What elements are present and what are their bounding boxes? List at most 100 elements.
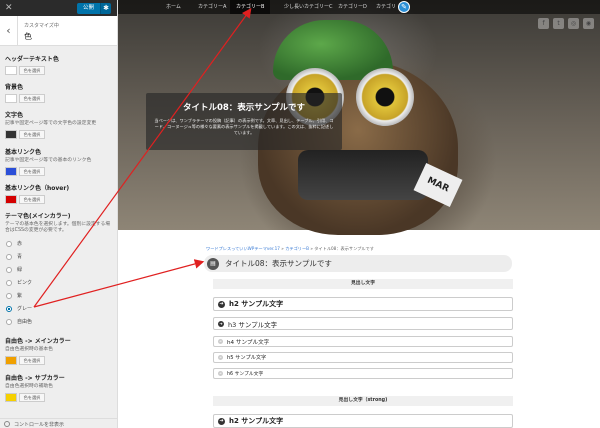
breadcrumb-category-link[interactable]: カテゴリーB: [285, 246, 309, 251]
radio-green[interactable]: 緑: [6, 266, 22, 273]
breadcrumb-home-link[interactable]: ワードプレスっていいWPテーマver.17: [206, 246, 280, 251]
control-title: テーマ色(メインカラー): [5, 213, 71, 220]
nav-item-category-d[interactable]: カテゴリーD: [332, 0, 373, 14]
radio-button-selected[interactable]: [6, 305, 12, 312]
control-description: 自由色選択時の補助色: [5, 384, 53, 389]
owl-eye-right: [356, 68, 414, 126]
heading-h3-sample: ➜ h3 サンプル文字: [213, 317, 513, 330]
section-header: ‹ カスタマイズ中 色: [0, 16, 117, 46]
color-swatch[interactable]: [5, 130, 17, 139]
customizer-topbar: ✕ 公開 ✱: [0, 0, 117, 16]
nav-item-category-a[interactable]: カテゴリーA: [192, 0, 232, 14]
instagram-icon[interactable]: ◎: [568, 18, 579, 29]
color-swatch[interactable]: [5, 356, 17, 365]
color-swatch[interactable]: [5, 167, 17, 176]
radio-red[interactable]: 赤: [6, 240, 22, 247]
twitter-icon[interactable]: t: [553, 18, 564, 29]
post-breadcrumb: ワードプレスっていいWPテーマver.17 » カテゴリーB » タイトル08：…: [206, 246, 374, 252]
heading-text: h3 サンプル文字: [228, 320, 278, 329]
color-swatch[interactable]: [5, 66, 17, 75]
breadcrumb-current: タイトル08：表示サンプルです: [314, 246, 374, 251]
select-color-button[interactable]: 色を選択: [19, 66, 45, 75]
hide-controls-link[interactable]: コントロールを非表示: [14, 421, 64, 428]
control-title: 自由色 -> サブカラー: [5, 375, 65, 382]
radio-blue[interactable]: 青: [6, 253, 22, 260]
control-free-main-color: 自由色 -> メインカラー 自由色選択時の基本色 色を選択: [5, 336, 113, 365]
radio-button[interactable]: [6, 292, 12, 299]
heading-text: h4 サンプル文字: [227, 339, 270, 346]
section-label-strong: 見出し文字（strong): [213, 396, 513, 406]
heading-h2-sample: ➜ h2 サンプル文字: [213, 297, 513, 311]
control-title: 背景色: [5, 84, 24, 91]
customizer-breadcrumb: カスタマイズ中: [24, 23, 59, 29]
back-chevron-icon[interactable]: ‹: [0, 16, 18, 46]
control-description: テーマの基本色を選択します。個別に設定する場合はCSSの変更が必要です。: [5, 222, 111, 233]
post-title: タイトル08：表示サンプルです: [225, 259, 332, 268]
radio-button[interactable]: [6, 318, 12, 325]
section-title: 色: [24, 32, 32, 41]
color-swatch[interactable]: [5, 393, 17, 402]
publish-group: 公開 ✱: [76, 3, 111, 14]
heading-text: h5 サンプル文字: [227, 355, 267, 361]
radio-label: ピンク: [17, 280, 33, 286]
control-title: 自由色 -> メインカラー: [5, 338, 71, 345]
radio-pink[interactable]: ピンク: [6, 279, 32, 286]
control-description: 記事や固定ページ等での文字色の設定変更: [5, 121, 97, 126]
section-label: 見出し文字: [213, 279, 513, 289]
control-title: 基本リンク色（hover): [5, 185, 70, 192]
color-swatch[interactable]: [5, 94, 17, 103]
radio-purple[interactable]: 紫: [6, 292, 22, 299]
radio-gray[interactable]: グレー: [6, 305, 32, 312]
site-preview: MAR ホーム カテゴリーA カテゴリーB 少し長いカテゴリーC カテゴリーD …: [118, 0, 600, 428]
heading-h4-sample: ➜ h4 サンプル文字: [213, 336, 513, 347]
hero-excerpt: 当ページは、ワンブラテーマの投稿（記事）の表示例です。文章、見出し、テーブル、引…: [154, 118, 334, 135]
nav-item-home[interactable]: ホーム: [160, 0, 187, 14]
arrow-circle-icon: ➜: [218, 355, 223, 360]
rss-icon[interactable]: ◉: [583, 18, 594, 29]
heading-text: h2 サンプル文字: [229, 417, 284, 425]
arrow-circle-icon: ➜: [218, 300, 225, 308]
heading-h5-sample: ➜ h5 サンプル文字: [213, 352, 513, 363]
radio-free[interactable]: 自由色: [6, 318, 32, 325]
arrow-circle-icon: ➜: [218, 320, 224, 327]
customizer-footer: コントロールを非表示: [0, 418, 117, 428]
nav-item-category-b[interactable]: カテゴリーB: [230, 0, 271, 14]
breadcrumb-separator: »: [281, 246, 284, 251]
control-header-text-color: ヘッダーテキスト色 色を選択: [5, 54, 113, 75]
post-title-bar: ▤ タイトル08：表示サンプルです: [204, 255, 512, 272]
breadcrumb-separator: »: [310, 246, 313, 251]
arrow-circle-icon: ➜: [218, 339, 223, 344]
radio-button[interactable]: [6, 266, 12, 273]
collapse-icon[interactable]: [4, 421, 10, 427]
radio-button[interactable]: [6, 240, 12, 247]
select-color-button[interactable]: 色を選択: [19, 167, 45, 176]
select-color-button[interactable]: 色を選択: [19, 94, 45, 103]
control-background-color: 背景色 色を選択: [5, 82, 113, 103]
control-theme-color: テーマ色(メインカラー) テーマの基本色を選択します。個別に設定する場合はCSS…: [5, 211, 113, 234]
select-color-button[interactable]: 色を選択: [19, 130, 45, 139]
select-color-button[interactable]: 色を選択: [19, 393, 45, 402]
radio-button[interactable]: [6, 253, 12, 260]
edit-shortcut-icon[interactable]: ✎: [398, 1, 410, 13]
radio-button[interactable]: [6, 279, 12, 286]
select-color-button[interactable]: 色を選択: [19, 356, 45, 365]
color-picker: 色を選択: [5, 94, 113, 103]
control-link-hover-color: 基本リンク色（hover) 色を選択: [5, 183, 113, 204]
control-text-color: 文字色 記事や固定ページ等での文字色の設定変更 色を選択: [5, 110, 113, 139]
nav-item-category-c[interactable]: 少し長いカテゴリーC: [278, 0, 339, 14]
arrow-circle-icon: ➜: [218, 417, 225, 425]
radio-label: 紫: [17, 293, 23, 299]
customizer-sidebar: ✕ 公開 ✱ ‹ カスタマイズ中 色 ヘッダーテキスト色 色を選択 背景色 色を…: [0, 0, 118, 428]
facebook-icon[interactable]: f: [538, 18, 549, 29]
select-color-button[interactable]: 色を選択: [19, 195, 45, 204]
heading-h6-sample: ➜ h6 サンプル文字: [213, 368, 513, 379]
heading-text: h2 サンプル文字: [229, 300, 284, 308]
publish-button[interactable]: 公開: [76, 3, 100, 14]
hero-title-box: タイトル08：表示サンプルです 当ページは、ワンブラテーマの投稿（記事）の表示例…: [146, 93, 342, 150]
gear-icon[interactable]: ✱: [100, 3, 111, 14]
color-picker: 色を選択: [5, 130, 113, 139]
color-swatch[interactable]: [5, 195, 17, 204]
close-icon[interactable]: ✕: [5, 2, 13, 14]
color-picker: 色を選択: [5, 66, 113, 75]
control-link-color: 基本リンク色 記事や固定ページ等での基本のリンク色 色を選択: [5, 147, 113, 176]
